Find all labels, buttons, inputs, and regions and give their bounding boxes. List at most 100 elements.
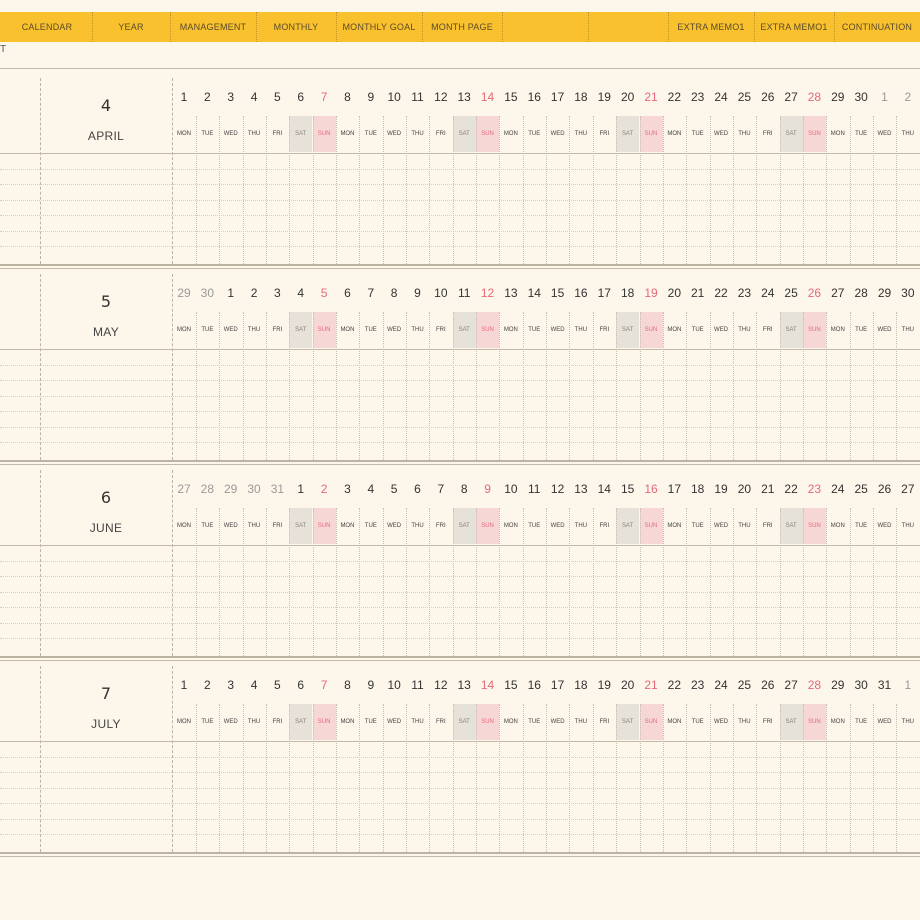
tab-calendar[interactable]: CALENDAR	[2, 12, 92, 42]
day-number[interactable]: 11	[453, 286, 476, 300]
tab-management[interactable]: MANAGEMENT	[170, 12, 256, 42]
day-number[interactable]: 26	[873, 482, 896, 496]
day-number[interactable]: 8	[383, 286, 406, 300]
day-number[interactable]: 25	[780, 286, 803, 300]
day-number[interactable]: 1	[173, 678, 196, 692]
day-number[interactable]: 8	[336, 678, 359, 692]
note-line[interactable]	[0, 442, 920, 443]
day-number[interactable]: 22	[663, 90, 686, 104]
note-line[interactable]	[0, 607, 920, 608]
day-number[interactable]: 30	[243, 482, 266, 496]
day-number[interactable]: 20	[616, 678, 639, 692]
day-number[interactable]: 16	[569, 286, 592, 300]
day-number[interactable]: 1	[173, 90, 196, 104]
day-number[interactable]: 1	[873, 90, 896, 104]
day-number[interactable]: 22	[663, 678, 686, 692]
day-number[interactable]: 18	[686, 482, 709, 496]
day-number[interactable]: 21	[686, 286, 709, 300]
day-number[interactable]: 27	[173, 482, 196, 496]
day-number[interactable]: 5	[313, 286, 336, 300]
tab-extra-memo1[interactable]: EXTRA MEMO1	[668, 12, 754, 42]
day-number[interactable]: 17	[593, 286, 616, 300]
day-number[interactable]: 19	[640, 286, 663, 300]
note-line[interactable]	[0, 638, 920, 639]
day-number[interactable]: 21	[640, 90, 663, 104]
note-line[interactable]	[0, 395, 920, 397]
note-line[interactable]	[0, 591, 920, 593]
day-number[interactable]: 13	[499, 286, 522, 300]
day-number[interactable]: 18	[569, 90, 592, 104]
note-line[interactable]	[0, 246, 920, 247]
note-line[interactable]	[0, 184, 920, 185]
day-number[interactable]: 23	[686, 678, 709, 692]
day-number[interactable]: 3	[336, 482, 359, 496]
day-number[interactable]: 16	[523, 678, 546, 692]
note-line[interactable]	[0, 215, 920, 216]
note-line[interactable]	[0, 230, 920, 232]
day-number[interactable]: 4	[359, 482, 382, 496]
day-number[interactable]: 7	[313, 90, 336, 104]
day-number[interactable]: 8	[336, 90, 359, 104]
day-number[interactable]: 9	[359, 90, 382, 104]
day-number[interactable]: 10	[383, 678, 406, 692]
day-number[interactable]: 29	[219, 482, 242, 496]
day-number[interactable]: 5	[383, 482, 406, 496]
day-number[interactable]: 28	[850, 286, 873, 300]
note-line[interactable]	[0, 380, 920, 381]
day-number[interactable]: 4	[243, 678, 266, 692]
day-number[interactable]: 15	[546, 286, 569, 300]
day-number[interactable]: 31	[873, 678, 896, 692]
day-number[interactable]: 22	[780, 482, 803, 496]
day-number[interactable]: 23	[733, 286, 756, 300]
day-number[interactable]: 17	[663, 482, 686, 496]
tab-month-page[interactable]: MONTH PAGE	[422, 12, 502, 42]
day-number[interactable]: 14	[476, 90, 499, 104]
day-number[interactable]: 31	[266, 482, 289, 496]
day-number[interactable]: 2	[196, 90, 219, 104]
note-line[interactable]	[0, 834, 920, 835]
day-number[interactable]: 22	[710, 286, 733, 300]
day-number[interactable]: 13	[453, 90, 476, 104]
day-number[interactable]: 21	[756, 482, 779, 496]
note-line[interactable]	[0, 199, 920, 201]
day-number[interactable]: 3	[219, 90, 242, 104]
day-number[interactable]: 28	[803, 678, 826, 692]
day-number[interactable]: 14	[593, 482, 616, 496]
day-number[interactable]: 21	[640, 678, 663, 692]
day-number[interactable]: 18	[616, 286, 639, 300]
day-number[interactable]: 9	[359, 678, 382, 692]
note-line[interactable]	[0, 803, 920, 804]
day-number[interactable]: 6	[289, 678, 312, 692]
note-line[interactable]	[0, 772, 920, 773]
note-line[interactable]	[0, 756, 920, 758]
note-line[interactable]	[0, 364, 920, 366]
day-number[interactable]: 2	[313, 482, 336, 496]
note-line[interactable]	[0, 818, 920, 820]
day-number[interactable]: 27	[896, 482, 919, 496]
day-number[interactable]: 15	[499, 90, 522, 104]
day-number[interactable]: 11	[523, 482, 546, 496]
day-number[interactable]: 24	[826, 482, 849, 496]
day-number[interactable]: 14	[476, 678, 499, 692]
day-number[interactable]: 4	[243, 90, 266, 104]
day-number[interactable]: 13	[569, 482, 592, 496]
day-number[interactable]: 25	[850, 482, 873, 496]
day-number[interactable]: 5	[266, 90, 289, 104]
day-number[interactable]: 30	[196, 286, 219, 300]
day-number[interactable]: 7	[313, 678, 336, 692]
note-line[interactable]	[0, 787, 920, 789]
day-number[interactable]: 9	[476, 482, 499, 496]
day-number[interactable]: 26	[756, 90, 779, 104]
tab-year[interactable]: YEAR	[92, 12, 170, 42]
tab-blank-7[interactable]	[588, 12, 668, 42]
day-number[interactable]: 29	[873, 286, 896, 300]
day-number[interactable]: 15	[616, 482, 639, 496]
day-number[interactable]: 7	[359, 286, 382, 300]
day-number[interactable]: 7	[429, 482, 452, 496]
day-number[interactable]: 16	[640, 482, 663, 496]
day-number[interactable]: 27	[826, 286, 849, 300]
day-number[interactable]: 20	[616, 90, 639, 104]
day-number[interactable]: 17	[546, 678, 569, 692]
day-number[interactable]: 1	[896, 678, 919, 692]
day-number[interactable]: 30	[850, 678, 873, 692]
